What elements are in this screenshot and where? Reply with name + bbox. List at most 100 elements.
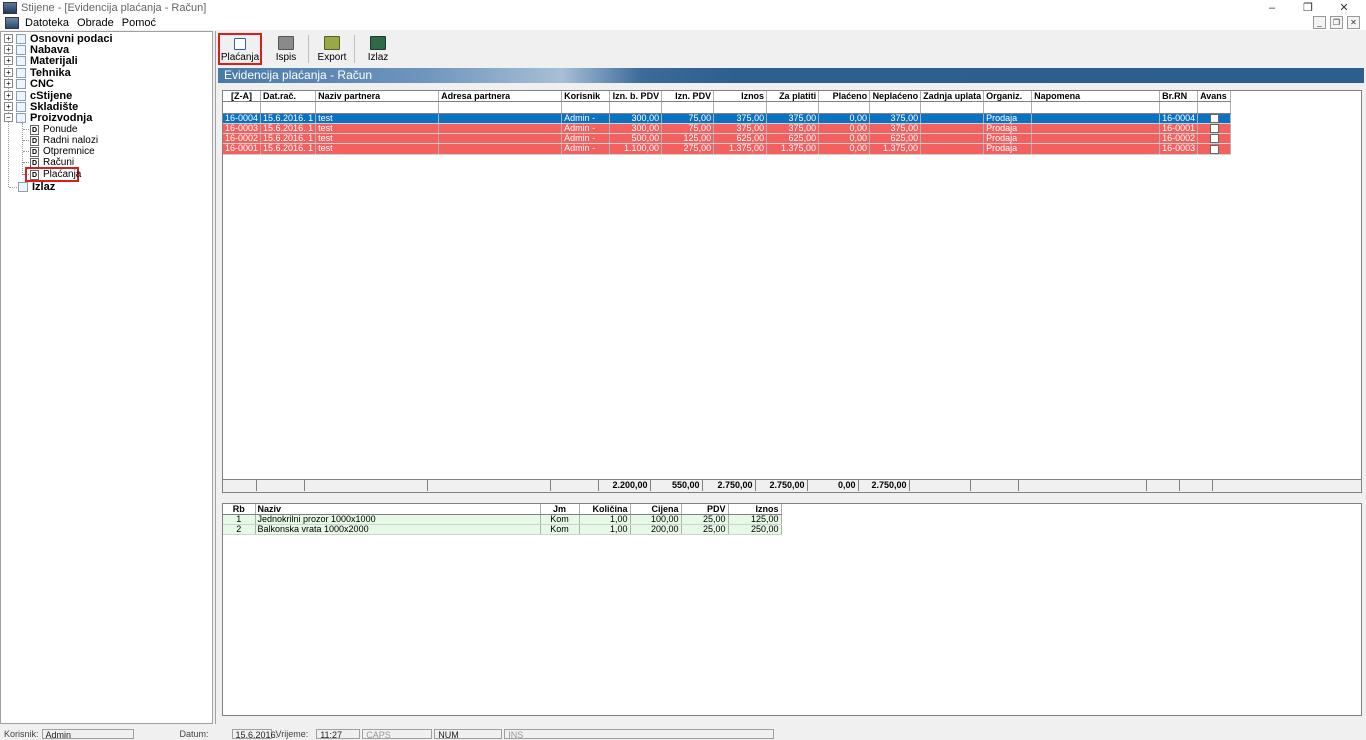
filter-row[interactable] (223, 101, 1232, 114)
export-label: Export (317, 52, 347, 63)
menu-datoteka[interactable]: Datoteka (23, 17, 75, 29)
column-header[interactable]: Avans (1197, 91, 1232, 102)
column-header[interactable]: PDV (681, 504, 729, 515)
tree-item-otpremnice[interactable]: D Otpremnice (30, 146, 95, 157)
table-cell: Prodaja (983, 143, 1033, 155)
total-cell (1146, 480, 1180, 491)
table-row[interactable]: 2 Balkonska vrata 1000x2000 Kom 1,00 200… (223, 524, 782, 535)
user-value: Admin (41, 728, 134, 740)
menu-obrade[interactable]: Obrade (75, 17, 120, 29)
num-indicator: NUM (434, 728, 503, 740)
ispis-button[interactable]: Ispis (265, 33, 307, 65)
table-row[interactable]: 16-0001 15.6.2016. 1 test Admin - 1.100,… (223, 143, 1232, 155)
column-header[interactable]: Iznos (728, 504, 782, 515)
avans-checkbox[interactable] (1209, 114, 1219, 123)
table-row[interactable]: 16-0003 15.6.2016. 1 test Admin - 300,00… (223, 123, 1232, 135)
tree-item-izlaz[interactable]: Izlaz (18, 181, 55, 193)
table-row[interactable]: 16-0002 15.6.2016. 1 test Admin - 500,00… (223, 133, 1232, 145)
ins-indicator: INS (504, 728, 775, 740)
tree-item-tehnika[interactable]: + Tehnika (4, 67, 71, 79)
tree-item-materijali[interactable]: + Materijali (4, 55, 78, 67)
column-header[interactable]: Zadnja uplata (920, 91, 985, 102)
column-header[interactable]: Br.RN (1159, 91, 1199, 102)
avans-checkbox[interactable] (1209, 144, 1219, 153)
table-row[interactable]: 16-0004 15.6.2016. 1 test Admin - 300,00… (223, 113, 1232, 125)
tree-expand-icon[interactable]: + (4, 56, 13, 65)
tree-expand-icon[interactable]: + (4, 45, 13, 54)
table-cell: 25,00 (681, 514, 729, 525)
column-header[interactable]: Korisnik (561, 91, 611, 102)
column-header[interactable]: Izn. b. PDV (609, 91, 663, 102)
table-cell: 125,00 (728, 514, 782, 525)
mdi-minimize-button[interactable]: _ (1313, 16, 1326, 29)
tree-item-cstijene[interactable]: + cStijene (4, 90, 72, 102)
table-cell (438, 113, 563, 125)
tree-item-osnovni-podaci[interactable]: + Osnovni podaci (4, 33, 113, 45)
table-cell: 1.375,00 (766, 143, 820, 155)
tree-expand-icon[interactable]: + (4, 34, 13, 43)
column-header[interactable]: Dat.rač. (260, 91, 317, 102)
date-value: 15.6.2016. (231, 728, 278, 740)
table-cell (920, 113, 985, 125)
total-cell (256, 480, 305, 491)
column-header[interactable]: Neplaćeno (869, 91, 922, 102)
column-header[interactable]: Za platiti (766, 91, 820, 102)
tree-item-skladiste[interactable]: + Skladište (4, 101, 78, 113)
table-row[interactable]: 1 Jednokrilni prozor 1000x1000 Kom 1,00 … (223, 514, 782, 525)
export-button[interactable]: Export (311, 33, 353, 65)
close-button[interactable]: ✕ (1326, 0, 1362, 16)
avans-checkbox[interactable] (1209, 124, 1219, 133)
tree-expand-icon[interactable]: + (4, 68, 13, 77)
document-icon: D (30, 135, 39, 146)
tree-item-ponude[interactable]: D Ponude (30, 124, 77, 135)
column-header[interactable]: Rb (223, 504, 256, 515)
total-izn-b-pdv: 2.200,00 (598, 480, 651, 491)
avans-checkbox[interactable] (1209, 134, 1219, 143)
mdi-child-icon[interactable] (5, 17, 19, 29)
folder-icon (16, 33, 26, 44)
tree-item-cnc[interactable]: + CNC (4, 78, 54, 90)
tree-item-proizvodnja[interactable]: − Proizvodnja (4, 112, 92, 124)
column-header[interactable]: Plaćeno (818, 91, 871, 102)
table-cell: 1,00 (579, 524, 631, 535)
table-cell: 375,00 (869, 113, 922, 125)
column-header[interactable]: Količina (579, 504, 631, 515)
column-header[interactable]: Adresa partnera (438, 91, 563, 102)
column-header[interactable]: Cijena (630, 504, 682, 515)
exit-icon (370, 36, 386, 50)
tree-expand-icon[interactable]: + (4, 79, 13, 88)
invoice-items-grid[interactable]: Rb Naziv Jm Količina Cijena PDV Iznos 1 … (222, 503, 1362, 716)
restore-button[interactable]: ❐ (1290, 0, 1326, 16)
column-header[interactable]: Organiz. (983, 91, 1033, 102)
mdi-close-button[interactable]: ✕ (1347, 16, 1360, 29)
column-header[interactable]: Izn. PDV (661, 91, 715, 102)
column-header[interactable]: Jm (540, 504, 580, 515)
column-header[interactable]: Naziv (255, 504, 541, 515)
column-header[interactable]: [Z-A] (223, 91, 262, 102)
tree-expand-icon[interactable]: + (4, 91, 13, 100)
table-cell: 125,00 (661, 133, 715, 145)
tree-item-radni-nalozi[interactable]: D Radni nalozi (30, 135, 98, 146)
table-cell: 16-0002 (1159, 133, 1199, 145)
table-cell (438, 123, 563, 135)
mdi-restore-button[interactable]: ❐ (1330, 16, 1343, 29)
table-cell: 375,00 (713, 113, 768, 125)
placanja-button[interactable]: Plaćanja (218, 33, 262, 65)
izlaz-button[interactable]: Izlaz (357, 33, 399, 65)
minimize-button[interactable]: – (1254, 0, 1290, 16)
tree-item-placanja[interactable]: D Plaćanja (30, 169, 81, 180)
tree-item-nabava[interactable]: + Nabava (4, 44, 69, 56)
tree-collapse-icon[interactable]: − (4, 113, 13, 122)
column-header[interactable]: Naziv partnera (315, 91, 440, 102)
menu-pomoc[interactable]: Pomoć (120, 17, 162, 29)
tree-expand-icon[interactable]: + (4, 102, 13, 111)
table-cell: Admin - (561, 123, 611, 135)
table-cell: 0,00 (818, 143, 871, 155)
window-titlebar: Stijene - [Evidencija plaćanja - Račun] … (0, 0, 1366, 16)
table-cell (438, 133, 563, 145)
payments-grid[interactable]: [Z-A] Dat.rač. Naziv partnera Adresa par… (222, 90, 1362, 493)
column-header[interactable]: Iznos (713, 91, 768, 102)
column-header[interactable]: Napomena (1031, 91, 1161, 102)
table-cell: Admin - (561, 143, 611, 155)
table-header-row: Rb Naziv Jm Količina Cijena PDV Iznos (223, 504, 782, 515)
